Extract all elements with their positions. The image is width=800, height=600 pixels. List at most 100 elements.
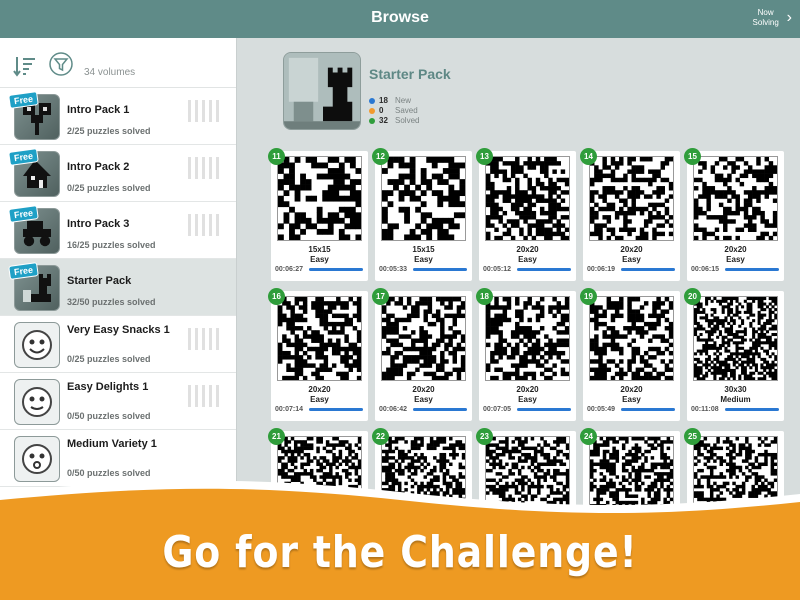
puzzle-difficulty: Easy bbox=[518, 395, 537, 404]
puzzle-thumbnail bbox=[277, 156, 362, 241]
puzzle-card[interactable]: 19 20x20 Easy 00:05:49 bbox=[580, 288, 680, 421]
pack-progress: 2/25 puzzles solved bbox=[67, 126, 151, 136]
puzzle-difficulty: Easy bbox=[310, 395, 329, 404]
pack-preview-strip bbox=[188, 214, 222, 236]
puzzle-card[interactable]: 18 20x20 Easy 00:07:05 bbox=[476, 288, 576, 421]
sidebar-toolbar: 34 volumes bbox=[0, 38, 236, 88]
puzzle-difficulty: Medium bbox=[720, 395, 751, 404]
puzzle-thumbnail bbox=[589, 296, 674, 381]
puzzle-picture bbox=[590, 157, 674, 241]
filter-icon[interactable] bbox=[49, 52, 73, 76]
puzzle-card[interactable]: 17 20x20 Easy 00:06:42 bbox=[372, 288, 472, 421]
puzzle-difficulty: Easy bbox=[310, 255, 329, 264]
puzzle-card[interactable]: 14 20x20 Easy 00:06:19 bbox=[580, 148, 680, 281]
pack-preview-strip bbox=[188, 385, 222, 407]
puzzle-solve-time: 00:07:14 bbox=[275, 406, 304, 413]
puzzle-number-badge: 25 bbox=[684, 428, 701, 445]
pack-progress: 0/50 puzzles solved bbox=[67, 411, 151, 421]
solved-dot-icon bbox=[369, 118, 375, 124]
puzzle-card[interactable]: 20 30x30 Medium 00:11:08 bbox=[684, 288, 784, 421]
sidebar-item-easy-delights-1[interactable]: Easy Delights 1 0/50 puzzles solved bbox=[0, 373, 236, 430]
puzzle-difficulty: Easy bbox=[622, 255, 641, 264]
now-solving-label: Now Solving bbox=[752, 8, 779, 27]
smiley-face-icon bbox=[22, 387, 52, 417]
puzzle-progress-bar bbox=[413, 408, 467, 411]
saved-dot-icon bbox=[369, 108, 375, 114]
puzzle-difficulty: Easy bbox=[622, 395, 641, 404]
pack-title: Starter Pack bbox=[369, 66, 451, 82]
puzzle-size: 20x20 bbox=[516, 385, 539, 394]
pack-name: Medium Variety 1 bbox=[67, 438, 157, 450]
puzzle-picture bbox=[278, 157, 362, 241]
puzzle-difficulty: Easy bbox=[518, 255, 537, 264]
pack-progress: 0/25 puzzles solved bbox=[67, 183, 151, 193]
puzzle-progress-bar bbox=[309, 408, 363, 411]
puzzle-solve-time: 00:06:42 bbox=[379, 406, 408, 413]
puzzle-picture bbox=[382, 297, 466, 381]
legend-new: 18 New bbox=[369, 96, 419, 106]
pack-preview-strip bbox=[188, 157, 222, 179]
solved-count: 32 bbox=[379, 116, 388, 125]
pack-thumbnail bbox=[14, 322, 60, 368]
puzzle-card[interactable]: 16 20x20 Easy 00:07:14 bbox=[268, 288, 368, 421]
sidebar-item-starter-pack[interactable]: Free Starter Pack 32/50 puzzles solved bbox=[0, 259, 236, 316]
puzzle-size: 20x20 bbox=[620, 245, 643, 254]
puzzle-solve-time: 00:06:19 bbox=[587, 266, 616, 273]
pack-progress: 0/25 puzzles solved bbox=[67, 354, 151, 364]
smiley-face-icon bbox=[22, 330, 52, 360]
puzzle-number-badge: 17 bbox=[372, 288, 389, 305]
puzzle-progress-bar bbox=[621, 408, 675, 411]
puzzle-difficulty: Easy bbox=[414, 395, 433, 404]
puzzle-number-badge: 19 bbox=[580, 288, 597, 305]
new-dot-icon bbox=[369, 98, 375, 104]
puzzle-thumbnail bbox=[381, 156, 466, 241]
pack-thumbnail bbox=[14, 379, 60, 425]
pack-name: Starter Pack bbox=[67, 275, 132, 287]
puzzle-card[interactable]: 12 15x15 Easy 00:05:33 bbox=[372, 148, 472, 281]
puzzle-number-badge: 11 bbox=[268, 148, 285, 165]
puzzle-size: 30x30 bbox=[724, 385, 747, 394]
puzzle-picture bbox=[694, 297, 778, 381]
puzzle-difficulty: Easy bbox=[726, 255, 745, 264]
puzzle-picture bbox=[590, 297, 674, 381]
puzzle-number-badge: 18 bbox=[476, 288, 493, 305]
now-solving-button[interactable]: Now Solving › bbox=[749, 8, 792, 28]
page-title: Browse bbox=[371, 9, 429, 26]
legend-saved: 0 Saved bbox=[369, 106, 419, 116]
puzzle-number-badge: 22 bbox=[372, 428, 389, 445]
puzzle-size: 15x15 bbox=[308, 245, 331, 254]
chevron-right-icon: › bbox=[786, 9, 792, 26]
pack-preview-strip bbox=[188, 328, 222, 350]
puzzle-number-badge: 16 bbox=[268, 288, 285, 305]
cat-picture-icon bbox=[284, 53, 360, 129]
sort-icon[interactable] bbox=[13, 55, 37, 77]
pack-preview-strip bbox=[188, 100, 222, 122]
puzzle-card[interactable]: 11 15x15 Easy 00:06:27 bbox=[268, 148, 368, 281]
sidebar-item-very-easy-snacks-1[interactable]: Very Easy Snacks 1 0/25 puzzles solved bbox=[0, 316, 236, 373]
puzzle-number-badge: 23 bbox=[476, 428, 493, 445]
puzzle-thumbnail bbox=[693, 156, 778, 241]
puzzle-thumbnail bbox=[589, 156, 674, 241]
solved-label: Solved bbox=[395, 116, 420, 125]
puzzle-picture bbox=[382, 157, 466, 241]
puzzle-card[interactable]: 15 20x20 Easy 00:06:15 bbox=[684, 148, 784, 281]
puzzle-number-badge: 20 bbox=[684, 288, 701, 305]
puzzle-thumbnail bbox=[485, 296, 570, 381]
puzzle-size: 20x20 bbox=[412, 385, 435, 394]
sidebar-item-intro-pack-1[interactable]: Free Intro Pack 1 2/25 puzzles solved bbox=[0, 88, 236, 145]
pack-progress: 16/25 puzzles solved bbox=[67, 240, 156, 250]
puzzle-progress-bar bbox=[517, 408, 571, 411]
puzzle-solve-time: 00:11:08 bbox=[691, 406, 719, 413]
sidebar-item-intro-pack-2[interactable]: Free Intro Pack 2 0/25 puzzles solved bbox=[0, 145, 236, 202]
puzzle-progress-bar bbox=[517, 268, 571, 271]
puzzle-picture bbox=[486, 157, 570, 241]
puzzle-size: 20x20 bbox=[308, 385, 331, 394]
puzzle-solve-time: 00:07:05 bbox=[483, 406, 512, 413]
new-label: New bbox=[395, 96, 412, 105]
puzzle-progress-bar bbox=[725, 408, 779, 411]
top-bar: Browse Now Solving › bbox=[0, 0, 800, 38]
puzzle-picture bbox=[694, 157, 778, 241]
puzzle-solve-time: 00:05:12 bbox=[483, 266, 512, 273]
sidebar-item-intro-pack-3[interactable]: Free Intro Pack 3 16/25 puzzles solved bbox=[0, 202, 236, 259]
puzzle-card[interactable]: 13 20x20 Easy 00:05:12 bbox=[476, 148, 576, 281]
